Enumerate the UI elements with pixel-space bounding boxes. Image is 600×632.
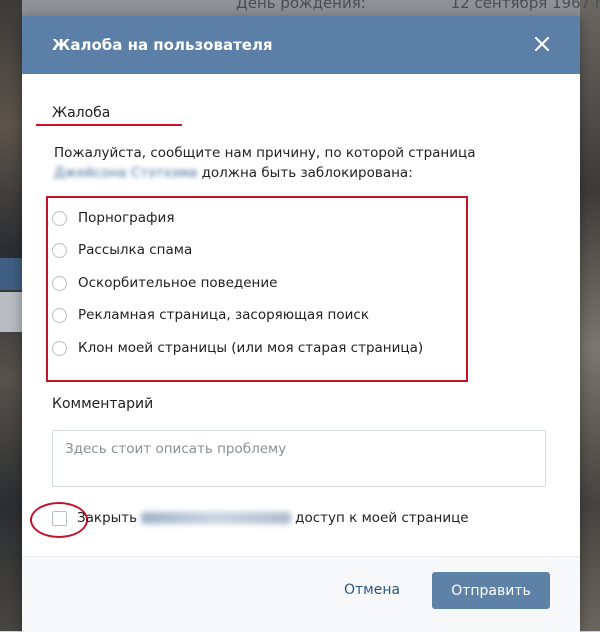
background-sidebar-block <box>0 292 22 332</box>
checkbox-label-start: Закрыть <box>77 510 138 526</box>
radio-button[interactable] <box>52 307 67 323</box>
dialog-footer: Отмена Отправить <box>22 556 580 632</box>
radio-button[interactable] <box>52 340 67 356</box>
reason-option[interactable]: Рекламная страница, засоряющая поиск <box>52 305 369 325</box>
comment-label: Комментарий <box>52 396 154 412</box>
reason-label: Порнография <box>78 210 175 226</box>
reason-option[interactable]: Порнография <box>52 208 174 228</box>
background-sidebar-button <box>0 258 22 290</box>
close-access-checkbox[interactable] <box>52 510 67 526</box>
reason-option[interactable]: Рассылка спама <box>52 240 192 260</box>
background-birthday-label: День рождения: <box>236 0 366 12</box>
background-birthday-row: День рождения: 12 сентября 1967 г. <box>236 0 600 12</box>
comment-placeholder: Здесь стоит описать проблему <box>65 441 287 457</box>
radio-button[interactable] <box>52 210 67 226</box>
description-text-end: должна быть заблокирована: <box>201 165 413 181</box>
radio-button[interactable] <box>52 275 67 291</box>
reason-option[interactable]: Клон моей страницы (или моя старая стран… <box>52 338 423 358</box>
dialog-header: Жалоба на пользователя <box>22 16 580 74</box>
close-access-option[interactable]: Закрыть доступ к моей странице <box>52 508 469 528</box>
report-dialog: Жалоба на пользователя Жалоба Пожалуйста… <box>22 16 580 632</box>
background-birthday-date: 12 сентября 1967 г. <box>450 0 600 12</box>
send-button[interactable]: Отправить <box>432 572 550 609</box>
reason-label: Рассылка спама <box>78 242 193 258</box>
radio-button[interactable] <box>52 242 67 258</box>
background-right-photo <box>580 0 600 631</box>
reason-label: Клон моей страницы (или моя старая стран… <box>78 340 424 356</box>
reason-option[interactable]: Оскорбительное поведение <box>52 273 277 293</box>
blurred-user-name <box>141 512 292 524</box>
checkbox-label-end: доступ к моей странице <box>295 510 469 526</box>
reported-user-link[interactable]: Джейсона Стэтхэма <box>54 165 197 181</box>
section-title: Жалоба <box>52 105 111 121</box>
close-icon[interactable] <box>532 34 552 54</box>
reason-label: Оскорбительное поведение <box>78 275 278 291</box>
reason-label: Рекламная страница, засоряющая поиск <box>78 307 369 323</box>
description-text: Пожалуйста, сообщите нам причину, по кот… <box>54 145 476 161</box>
dialog-title: Жалоба на пользователя <box>52 36 273 54</box>
report-description: Пожалуйста, сообщите нам причину, по кот… <box>54 143 544 183</box>
cancel-button[interactable]: Отмена <box>344 582 400 598</box>
comment-textarea[interactable]: Здесь стоит описать проблему <box>52 430 546 487</box>
section-title-highlight <box>36 124 182 126</box>
